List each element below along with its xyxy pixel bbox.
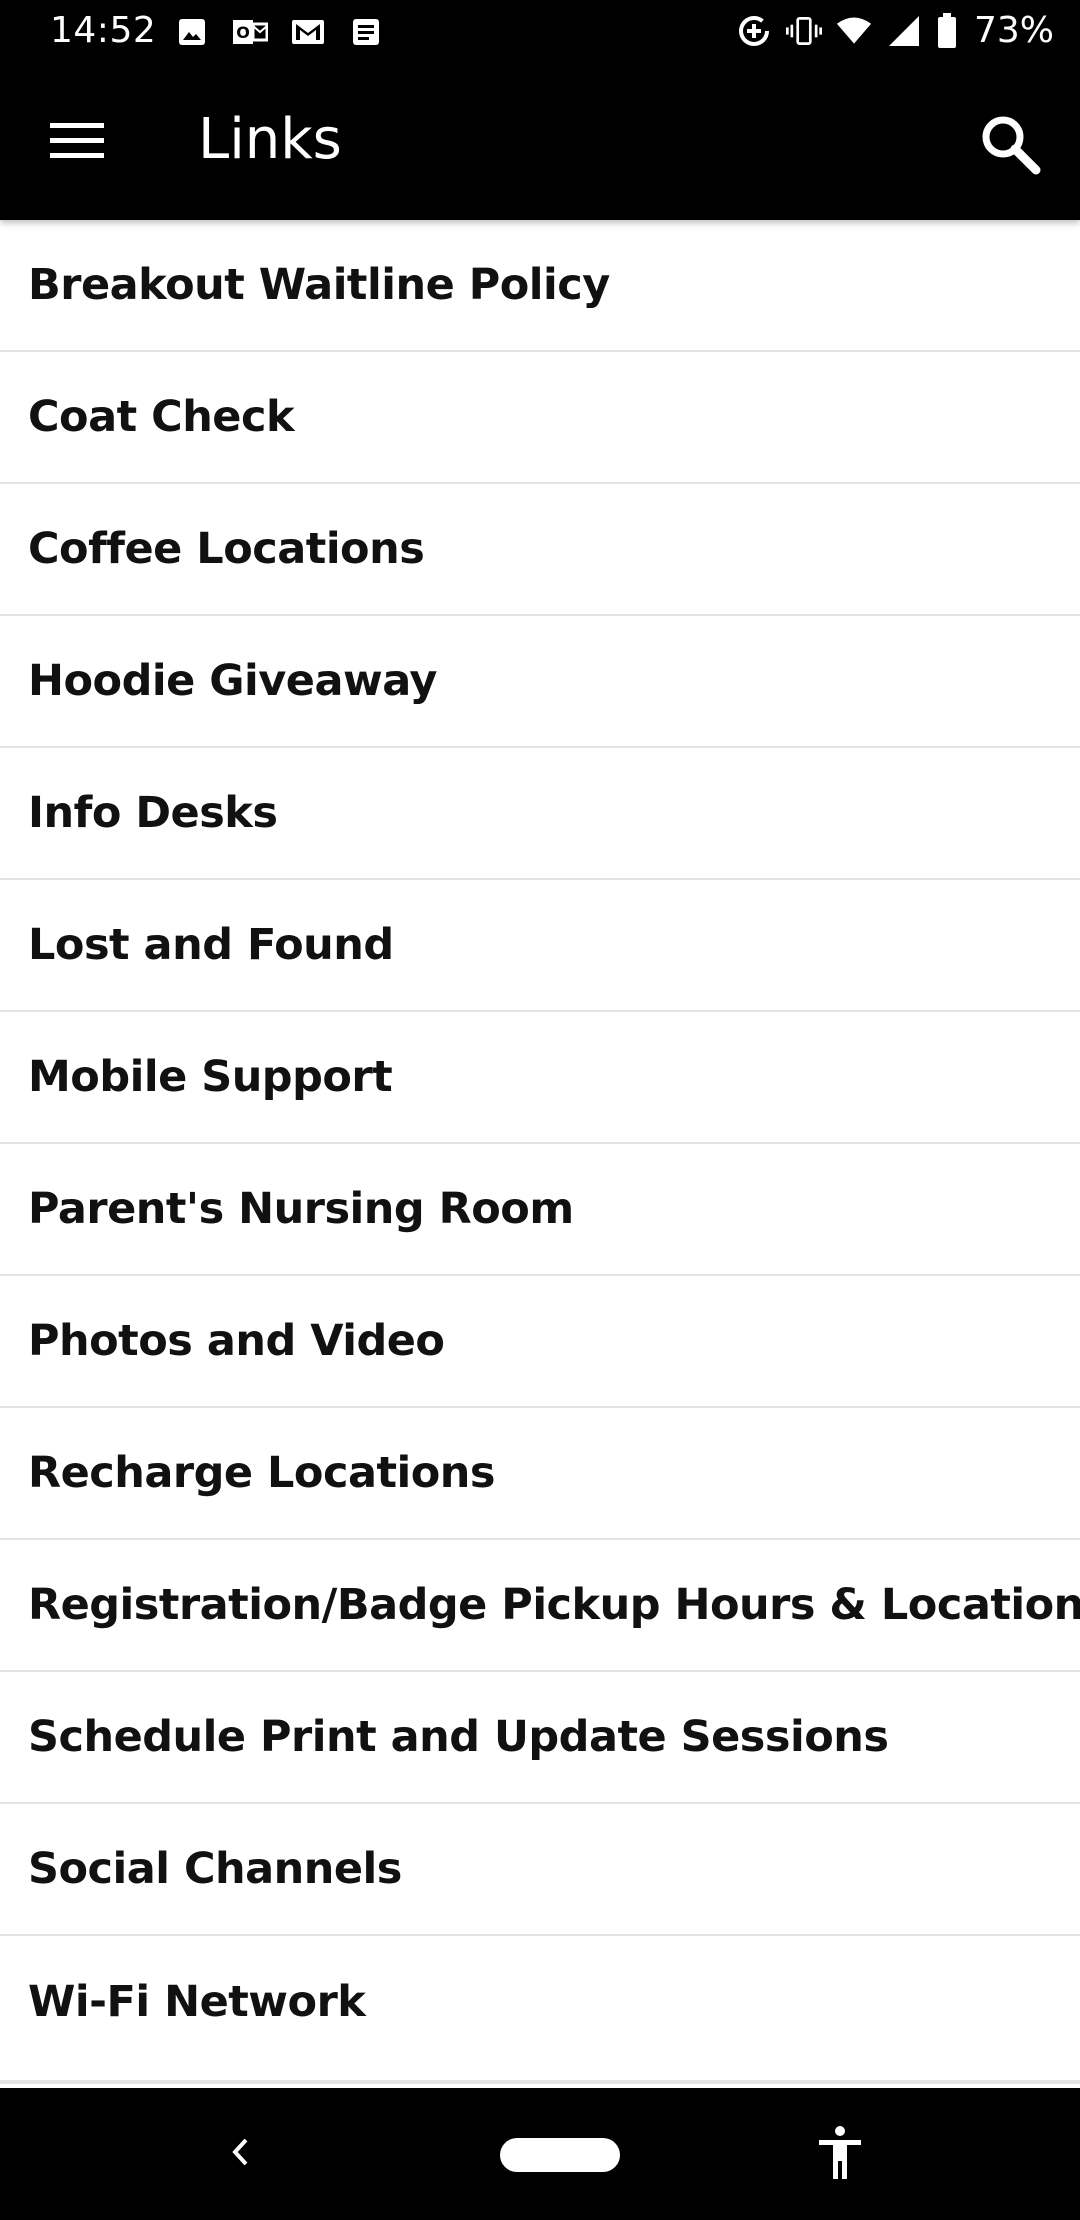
accessibility-button[interactable] [815,2126,865,2184]
link-label: Registration/Badge Pickup Hours & Locati… [28,1580,1080,1630]
link-label: Coat Check [28,392,295,442]
battery-percent: 73% [973,10,1054,51]
link-label: Hoodie Giveaway [28,656,437,706]
accessibility-icon [817,2125,863,2185]
system-icons: 73% [736,10,1054,51]
gmail-icon [290,14,326,50]
list-item[interactable]: Parent's Nursing Room [0,1144,1080,1276]
list-item[interactable]: Registration/Badge Pickup Hours & Locati… [0,1540,1080,1672]
list-item[interactable]: Breakout Waitline Policy [0,220,1080,352]
link-label: Recharge Locations [28,1448,496,1498]
list-item[interactable]: Photos and Video [0,1276,1080,1408]
list-item[interactable]: Info Desks [0,748,1080,880]
link-label: Lost and Found [28,920,394,970]
back-button[interactable] [220,2130,260,2178]
battery-icon [936,12,958,49]
link-label: Mobile Support [28,1052,393,1102]
hamburger-menu-icon [50,121,104,165]
signal-icon [886,13,922,49]
link-label: Photos and Video [28,1316,445,1366]
wifi-icon [836,13,872,49]
page-title: Links [198,107,342,172]
search-button[interactable] [974,110,1046,182]
link-label: Parent's Nursing Room [28,1184,574,1234]
app-bar: Links [0,66,1080,220]
list-item[interactable]: Coffee Locations [0,484,1080,616]
list-item[interactable]: Recharge Locations [0,1408,1080,1540]
list-item[interactable]: Social Channels [0,1804,1080,1936]
notification-icons: O [174,14,384,50]
vibrate-icon [785,13,822,49]
home-pill-icon[interactable] [500,2138,620,2172]
back-chevron-icon [228,2134,252,2174]
link-label: Coffee Locations [28,524,425,574]
link-label: Social Channels [28,1844,402,1894]
list-item[interactable]: Mobile Support [0,1012,1080,1144]
link-label: Info Desks [28,788,278,838]
link-label: Schedule Print and Update Sessions [28,1712,889,1762]
search-icon [978,112,1042,180]
list-divider [0,2080,1080,2084]
image-icon [174,14,210,50]
list-item[interactable]: Wi-Fi Network [0,1936,1080,2068]
data-saver-icon [736,13,772,49]
list-item[interactable]: Lost and Found [0,880,1080,1012]
status-bar: 14:52 O 73% [0,0,1080,66]
svg-text:O: O [236,23,250,42]
list-item[interactable]: Hoodie Giveaway [0,616,1080,748]
list-item[interactable]: Schedule Print and Update Sessions [0,1672,1080,1804]
system-nav-bar [0,2088,1080,2220]
status-time: 14:52 [50,10,157,51]
menu-button[interactable] [40,113,114,173]
link-label: Breakout Waitline Policy [28,260,610,310]
outlook-icon: O [232,14,268,50]
list-item[interactable]: Coat Check [0,352,1080,484]
document-icon [348,14,384,50]
links-list: Breakout Waitline Policy Coat Check Coff… [0,220,1080,2068]
link-label: Wi-Fi Network [28,1977,366,2027]
